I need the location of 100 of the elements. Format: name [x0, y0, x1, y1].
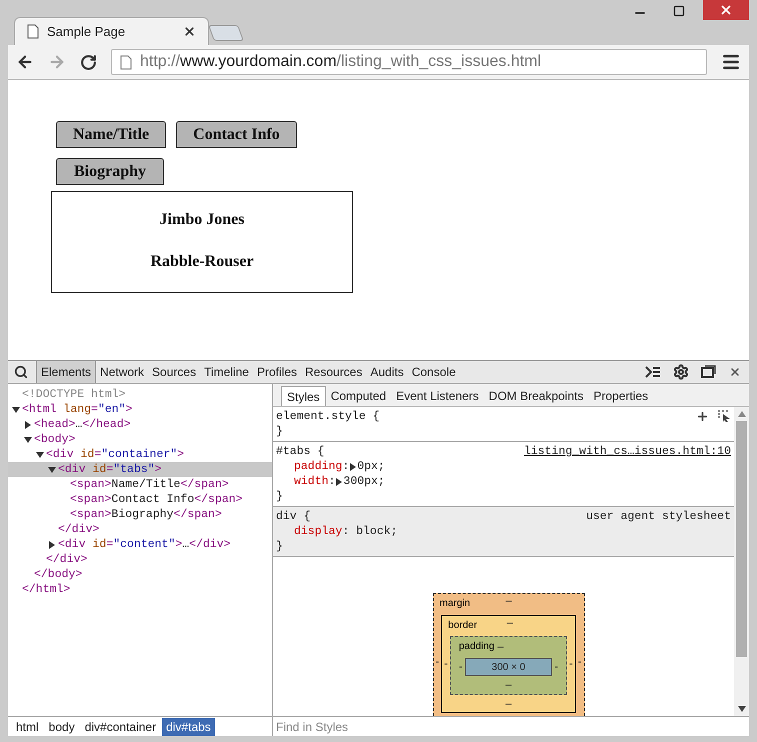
- expanded-arrow-icon[interactable]: [12, 406, 20, 414]
- selector: div {: [276, 509, 311, 524]
- search-icon[interactable]: [14, 365, 28, 379]
- browser-tab[interactable]: Sample Page: [14, 17, 209, 45]
- margin-left: -: [436, 656, 440, 668]
- panel-tab[interactable]: Console: [408, 361, 460, 383]
- dom-node-row[interactable]: <span>Name/Title</span>: [8, 477, 272, 492]
- collapsed-arrow-icon[interactable]: [48, 540, 56, 548]
- close-icon[interactable]: [729, 366, 741, 378]
- page-icon: [27, 24, 39, 39]
- expanded-arrow-icon[interactable]: [36, 450, 44, 458]
- dom-node-row[interactable]: <html lang="en">: [8, 402, 272, 417]
- sidebar-tab[interactable]: DOM Breakpoints: [484, 386, 588, 406]
- panel-tab[interactable]: Audits: [366, 361, 408, 383]
- url-text: http://www.yourdomain.com/listing_with_css_issues.html: [140, 52, 542, 72]
- closing-brace: }: [276, 539, 283, 554]
- find-in-styles-field[interactable]: Find in Styles: [273, 718, 749, 736]
- margin-label: margin: [440, 597, 470, 611]
- console-drawer-icon[interactable]: [645, 366, 661, 378]
- page-tab[interactable]: Name/Title: [56, 121, 166, 148]
- border-top: –: [506, 618, 514, 631]
- page-tab[interactable]: Biography: [56, 158, 164, 185]
- dom-node-row[interactable]: <div id="container">: [8, 447, 272, 462]
- dock-icon[interactable]: [701, 365, 717, 379]
- border-bottom: –: [505, 699, 512, 710]
- rule-origin: user agent stylesheet: [586, 509, 731, 524]
- property-value: 0px;: [357, 459, 385, 474]
- property-value: block;: [355, 524, 398, 539]
- dom-node-row[interactable]: <div id="tabs">: [8, 462, 272, 477]
- border-left: -: [444, 658, 448, 670]
- dom-node-row[interactable]: <div id="content">…</div>: [8, 537, 272, 552]
- close-icon: [719, 3, 733, 17]
- menu-icon[interactable]: [721, 52, 741, 72]
- padding-top: –: [497, 642, 504, 654]
- content-text: Jimbo Jones: [160, 210, 244, 230]
- back-icon[interactable]: [16, 53, 34, 71]
- closing-tag: </html>: [22, 580, 70, 598]
- sidebar-tab[interactable]: Computed: [326, 386, 392, 406]
- border-label: border: [448, 619, 478, 633]
- sidebar-tab[interactable]: Styles: [281, 386, 326, 406]
- expand-arrow-icon[interactable]: [335, 478, 344, 486]
- close-window-button[interactable]: [703, 0, 749, 20]
- panel-tab[interactable]: Network: [96, 361, 148, 383]
- margin-right: -: [578, 656, 582, 668]
- closing-brace: }: [276, 489, 283, 504]
- sidebar-tab[interactable]: Event Listeners: [391, 386, 484, 406]
- property-value: 300px;: [343, 474, 385, 489]
- address-bar[interactable]: http://www.yourdomain.com/listing_with_css_issues.html: [111, 49, 707, 75]
- reload-icon[interactable]: [80, 54, 97, 70]
- closing-tag: </div>: [58, 520, 100, 538]
- collapsed-arrow-icon[interactable]: [24, 420, 32, 428]
- padding-bottom: –: [505, 680, 512, 691]
- padding-label: padding: [458, 640, 494, 654]
- breadcrumb[interactable]: div#tabs: [162, 718, 215, 736]
- page-tab[interactable]: Contact Info: [176, 121, 297, 148]
- element-picker-icon[interactable]: [717, 410, 731, 423]
- maximize-icon[interactable]: [673, 5, 685, 17]
- colon: :: [342, 459, 350, 474]
- content-text: Rabble-Rouser: [150, 252, 254, 272]
- closing-brace: }: [276, 424, 283, 439]
- selector: #tabs {: [276, 444, 324, 459]
- selector: element.style {: [276, 409, 380, 424]
- property-name: width: [294, 474, 329, 489]
- closing-tag: </body>: [34, 566, 82, 584]
- dom-node-row[interactable]: <head>…</head>: [8, 417, 272, 432]
- panel-tab[interactable]: Resources: [301, 361, 366, 383]
- sidebar-tab[interactable]: Properties: [588, 386, 654, 406]
- property-name: display: [294, 524, 342, 539]
- closing-tag: </div>: [46, 550, 88, 568]
- panel-tab[interactable]: Elements: [36, 361, 96, 383]
- close-icon[interactable]: [183, 25, 196, 38]
- panel-tab[interactable]: Profiles: [252, 361, 301, 383]
- breadcrumb[interactable]: html: [12, 718, 43, 736]
- scroll-up-icon[interactable]: [738, 411, 746, 417]
- dom-node-row[interactable]: <body>: [8, 432, 272, 447]
- expanded-arrow-icon[interactable]: [24, 436, 32, 444]
- content-box: 300 × 0: [464, 658, 552, 676]
- margin-top: –: [506, 596, 512, 609]
- expand-arrow-icon[interactable]: [349, 462, 358, 470]
- scroll-down-icon[interactable]: [738, 706, 746, 712]
- tab-title: Sample Page: [47, 22, 126, 41]
- dom-node-row[interactable]: <span>Biography</span>: [8, 507, 272, 522]
- dom-node-row[interactable]: <!DOCTYPE html>: [8, 387, 272, 402]
- border-right: -: [569, 658, 573, 670]
- settings-icon[interactable]: [673, 364, 689, 380]
- colon: :: [342, 524, 350, 539]
- padding-right: -: [554, 662, 558, 672]
- dom-node-row[interactable]: <span>Contact Info</span>: [8, 492, 272, 507]
- source-link[interactable]: listing_with_cs…issues.html:10: [524, 444, 731, 459]
- page-icon: [120, 54, 132, 70]
- breadcrumb[interactable]: div#container: [80, 718, 160, 736]
- breadcrumb[interactable]: body: [44, 718, 79, 736]
- panel-tab[interactable]: Timeline: [200, 361, 253, 383]
- padding-left: -: [458, 662, 463, 672]
- property-name: padding: [294, 459, 342, 474]
- expanded-arrow-icon[interactable]: [48, 466, 56, 474]
- add-icon[interactable]: [696, 410, 709, 423]
- panel-tab[interactable]: Sources: [148, 361, 200, 383]
- scrollbar[interactable]: [734, 407, 749, 716]
- colon: :: [328, 474, 336, 489]
